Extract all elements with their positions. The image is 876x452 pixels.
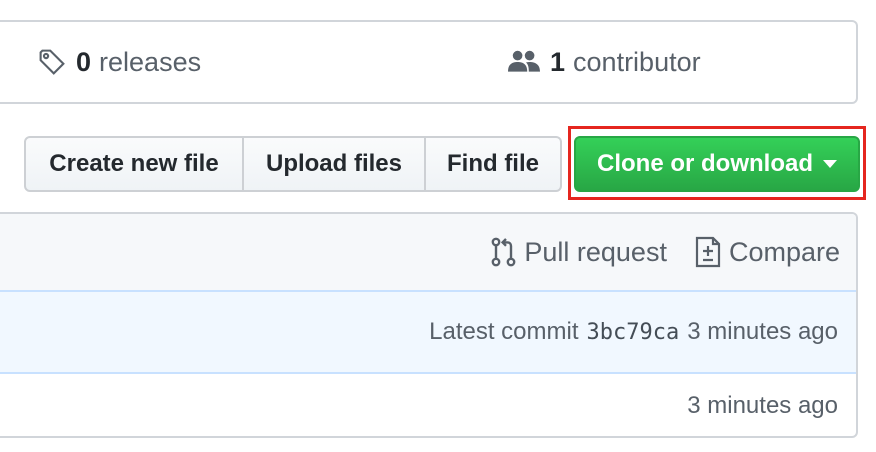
compare-link[interactable]: Compare xyxy=(695,236,840,268)
contributors-link[interactable]: 1 contributor xyxy=(508,22,701,102)
clone-or-download-button[interactable]: Clone or download xyxy=(574,136,860,192)
releases-label: releases xyxy=(99,46,202,77)
create-new-file-button[interactable]: Create new file xyxy=(24,136,244,192)
contributors-label: contributor xyxy=(573,46,701,77)
repo-stats-bar: 0 releases 1 contributor xyxy=(0,20,858,104)
branch-actions-bar: Pull request Compare xyxy=(0,214,856,290)
file-row-time: 3 minutes ago xyxy=(687,392,838,419)
file-navigation-panel: Pull request Compare Latest commit 3bc79… xyxy=(0,212,858,438)
tag-icon xyxy=(38,48,66,76)
compare-diff-icon xyxy=(695,236,721,268)
releases-link[interactable]: 0 releases xyxy=(38,22,201,102)
compare-label: Compare xyxy=(728,236,840,267)
pull-request-link[interactable]: Pull request xyxy=(490,236,667,268)
find-file-button[interactable]: Find file xyxy=(426,136,562,192)
file-actions-group: Create new file Upload files Find file xyxy=(24,136,562,192)
upload-files-button[interactable]: Upload files xyxy=(244,136,426,192)
releases-count: 0 xyxy=(76,46,92,77)
pull-request-label: Pull request xyxy=(524,236,667,267)
caret-down-icon xyxy=(823,160,837,168)
latest-commit-bar: Latest commit 3bc79ca 3 minutes ago xyxy=(0,290,856,374)
file-list-row: 3 minutes ago xyxy=(0,374,856,436)
commit-time: 3 minutes ago xyxy=(687,318,838,345)
clone-button-label: Clone or download xyxy=(597,150,813,177)
commit-sha-link[interactable]: 3bc79ca xyxy=(587,320,680,345)
pull-request-icon xyxy=(490,236,516,268)
people-icon xyxy=(508,49,540,75)
latest-commit-label: Latest commit xyxy=(429,318,579,345)
contributors-count: 1 xyxy=(550,46,566,77)
